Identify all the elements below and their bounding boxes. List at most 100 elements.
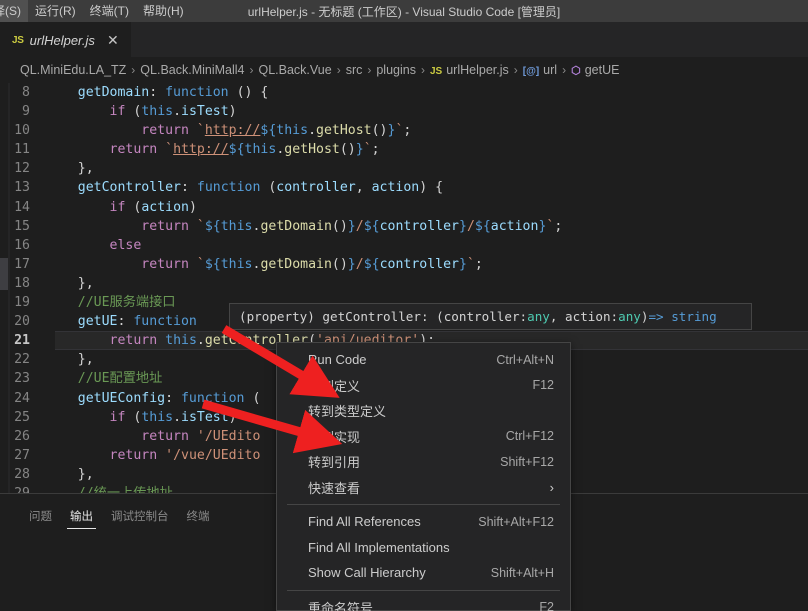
- breadcrumb-label: plugins: [376, 63, 416, 77]
- context-menu-item-4[interactable]: 转到引用 Shift+F12: [277, 449, 570, 475]
- submenu-chevron-icon: ›: [549, 479, 554, 495]
- line-number: 10: [14, 123, 30, 139]
- menu-item-3[interactable]: 帮助(H): [136, 0, 191, 22]
- context-menu-item-2[interactable]: 转到类型定义: [277, 398, 570, 424]
- tooltip-text: ): [640, 309, 649, 324]
- line-content: },: [46, 352, 94, 368]
- context-menu-item-3[interactable]: 转到实现 Ctrl+F12: [277, 424, 570, 450]
- line-number: 18: [14, 275, 30, 291]
- code-line-16[interactable]: 16 else: [0, 236, 808, 255]
- line-number: 14: [14, 199, 30, 215]
- breadcrumb-item-6[interactable]: [@] url: [523, 63, 557, 77]
- context-menu-separator: [287, 589, 560, 591]
- breadcrumb-icon-5: JS: [429, 66, 443, 77]
- context-menu[interactable]: Run Code Ctrl+Alt+N 转到定义 F12 转到类型定义转到实现 Ctrl+…: [276, 342, 571, 611]
- code-line-13[interactable]: 13 getController: function (controller, …: [0, 178, 808, 197]
- tooltip-return-type: => string: [648, 309, 717, 324]
- line-content: },: [46, 466, 94, 482]
- close-icon[interactable]: ✕: [105, 33, 121, 47]
- panel-tab-0[interactable]: 问题: [20, 511, 61, 530]
- breadcrumb-item-3[interactable]: src: [346, 63, 363, 77]
- context-menu-item-7[interactable]: Find All Implementations: [277, 535, 570, 561]
- menu-item-1[interactable]: 运行(R): [28, 0, 83, 22]
- context-menu-item-0[interactable]: Run Code Ctrl+Alt+N: [277, 347, 570, 373]
- context-menu-label: Find All References: [308, 514, 421, 530]
- editor-tab-bar: JS urlHelper.js ✕: [0, 22, 808, 57]
- code-line-14[interactable]: 14 if (action): [0, 198, 808, 217]
- context-menu-label: 转到实现: [308, 429, 361, 445]
- line-number: 26: [14, 428, 30, 444]
- code-line-8[interactable]: 8 getDomain: function () {: [0, 83, 808, 102]
- breadcrumb-separator: ›: [131, 63, 136, 77]
- line-content: //UE服务端接口: [46, 295, 176, 311]
- line-content: //统一上传地址: [46, 484, 173, 493]
- line-content: getController: function (controller, act…: [46, 180, 444, 196]
- context-menu-separator: [287, 504, 560, 505]
- line-number: 11: [14, 142, 30, 158]
- code-line-12[interactable]: 12 },: [0, 159, 808, 178]
- line-number: 21: [14, 333, 30, 349]
- tooltip-type-any: any: [618, 309, 641, 324]
- line-content: if (this.isTest): [109, 104, 237, 120]
- breadcrumb-label: QL.Back.MiniMall4: [140, 63, 245, 77]
- line-number: 22: [14, 352, 30, 368]
- breadcrumb-icon-6: [@]: [522, 66, 540, 77]
- context-menu-item-5[interactable]: 快速查看 ›: [277, 475, 570, 501]
- breadcrumb-item-4[interactable]: plugins: [376, 63, 416, 77]
- code-line-18[interactable]: 18 },: [0, 274, 808, 293]
- breadcrumb-icon-7: ⬡: [571, 65, 581, 77]
- breadcrumb-separator: ›: [513, 63, 518, 77]
- menu-strip: 择(S)运行(R)终端(T)帮助(H): [0, 0, 191, 22]
- editor-tab-urlhelper[interactable]: JS urlHelper.js ✕: [0, 22, 131, 57]
- line-number: 17: [14, 256, 30, 272]
- context-menu-label: Show Call Hierarchy: [308, 565, 426, 581]
- line-content: if (action): [109, 199, 197, 215]
- breadcrumb-item-7[interactable]: ⬡ getUE: [571, 63, 619, 77]
- context-menu-item-6[interactable]: Find All References Shift+Alt+F12: [277, 509, 570, 535]
- js-file-icon: JS: [12, 34, 24, 46]
- breadcrumb: QL.MiniEdu.LA_TZ › QL.Back.MiniMall4 › QL.Ba…: [0, 57, 808, 83]
- tooltip-type-any: any: [527, 309, 550, 324]
- context-menu-shortcut: F12: [532, 378, 554, 393]
- line-content: getDomain: function () {: [46, 85, 269, 100]
- code-line-17[interactable]: 17 return `${this.getDomain()}/${control…: [0, 255, 808, 274]
- context-menu-shortcut: Ctrl+F12: [505, 429, 554, 444]
- context-menu-item-8[interactable]: Show Call Hierarchy Shift+Alt+H: [277, 560, 570, 586]
- menu-item-2[interactable]: 终端(T): [83, 0, 136, 22]
- line-content: getUEConfig: function (: [46, 390, 261, 406]
- code-line-15[interactable]: 15 return `${this.getDomain()}/${control…: [0, 217, 808, 236]
- context-menu-item-9[interactable]: 重命名符号 F2: [277, 595, 570, 611]
- context-menu-label: 转到定义: [308, 378, 361, 394]
- breadcrumb-label: src: [345, 63, 363, 77]
- line-content: return '/vue/UEdito: [109, 447, 261, 463]
- line-number: 28: [14, 466, 30, 482]
- line-number: 13: [14, 180, 30, 196]
- title-bar: 择(S)运行(R)终端(T)帮助(H) urlHelper.js - 无标题 (…: [0, 0, 808, 22]
- tooltip-text: (property) getController: (controller:: [239, 309, 528, 324]
- code-line-10[interactable]: 10 return `http://${this.getHost()}`;: [0, 121, 808, 140]
- context-menu-label: Run Code: [308, 352, 367, 368]
- panel-tab-3[interactable]: 终端: [178, 511, 219, 530]
- code-line-11[interactable]: 11 return `http://${this.getHost()}`;: [0, 140, 808, 159]
- code-line-9[interactable]: 9 if (this.isTest): [0, 102, 808, 121]
- tooltip-text: , action:: [549, 309, 619, 324]
- context-menu-shortcut: Ctrl+Alt+N: [496, 352, 554, 367]
- panel-tab-2[interactable]: 调试控制台: [102, 511, 178, 530]
- line-number: 23: [14, 371, 30, 387]
- line-number: 9: [22, 104, 30, 120]
- tab-label: urlHelper.js: [29, 32, 95, 48]
- line-content: return `http://${this.getHost()}`;: [109, 142, 380, 158]
- context-menu-item-1[interactable]: 转到定义 F12: [277, 373, 570, 399]
- context-menu-shortcut: F2: [539, 600, 554, 611]
- breadcrumb-item-2[interactable]: QL.Back.Vue: [259, 63, 332, 77]
- line-content: return `${this.getDomain()}/${controller…: [141, 218, 563, 234]
- menu-item-0[interactable]: 择(S): [0, 0, 28, 22]
- line-content: return `${this.getDomain()}/${controller…: [141, 256, 483, 272]
- breadcrumb-item-5[interactable]: JS urlHelper.js: [430, 63, 509, 77]
- line-number: 29: [0, 484, 46, 493]
- line-number: 25: [14, 409, 30, 425]
- panel-tab-1[interactable]: 输出: [61, 511, 102, 530]
- breadcrumb-item-0[interactable]: QL.MiniEdu.LA_TZ: [20, 63, 126, 77]
- line-number: 15: [14, 218, 30, 234]
- breadcrumb-item-1[interactable]: QL.Back.MiniMall4: [140, 63, 244, 77]
